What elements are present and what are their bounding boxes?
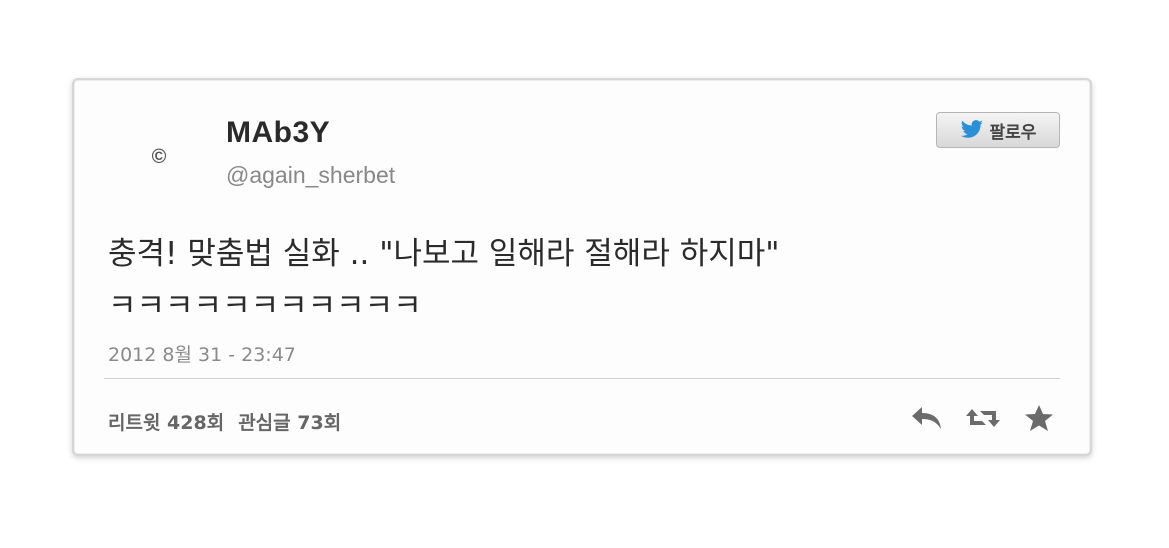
divider xyxy=(104,378,1060,379)
tweet-timestamp[interactable]: 2012 8월 31 - 23:47 xyxy=(108,340,296,367)
follow-button[interactable]: 팔로우 xyxy=(936,112,1060,148)
tweet-text: 충격! 맞춤법 실화 .. "나보고 일해라 절해라 하지마" ㅋㅋㅋㅋㅋㅋㅋㅋ… xyxy=(108,236,780,324)
tweet-card: © MAb3Y @again_sherbet 팔로우 충격! 맞춤법 실화 ..… xyxy=(72,78,1092,456)
retweet-button[interactable] xyxy=(964,402,1002,434)
tweet-actions xyxy=(908,402,1058,434)
star-icon xyxy=(1025,405,1053,431)
user-handle[interactable]: @again_sherbet xyxy=(226,162,395,189)
favorite-button[interactable] xyxy=(1020,402,1058,434)
favorite-count[interactable]: 관심글 73회 xyxy=(238,408,341,435)
retweet-icon xyxy=(966,409,1000,427)
avatar-icon: © xyxy=(151,145,167,168)
page: © MAb3Y @again_sherbet 팔로우 충격! 맞춤법 실화 ..… xyxy=(0,0,1169,548)
display-name[interactable]: MAb3Y xyxy=(226,116,330,150)
avatar[interactable]: © xyxy=(134,132,184,182)
reply-button[interactable] xyxy=(908,402,946,434)
twitter-bird-icon xyxy=(960,120,983,138)
retweet-count[interactable]: 리트윗 428회 xyxy=(108,408,224,435)
follow-label: 팔로우 xyxy=(989,122,1037,143)
tweet-stats: 리트윗 428회 관심글 73회 xyxy=(108,408,341,435)
reply-icon xyxy=(912,407,941,429)
